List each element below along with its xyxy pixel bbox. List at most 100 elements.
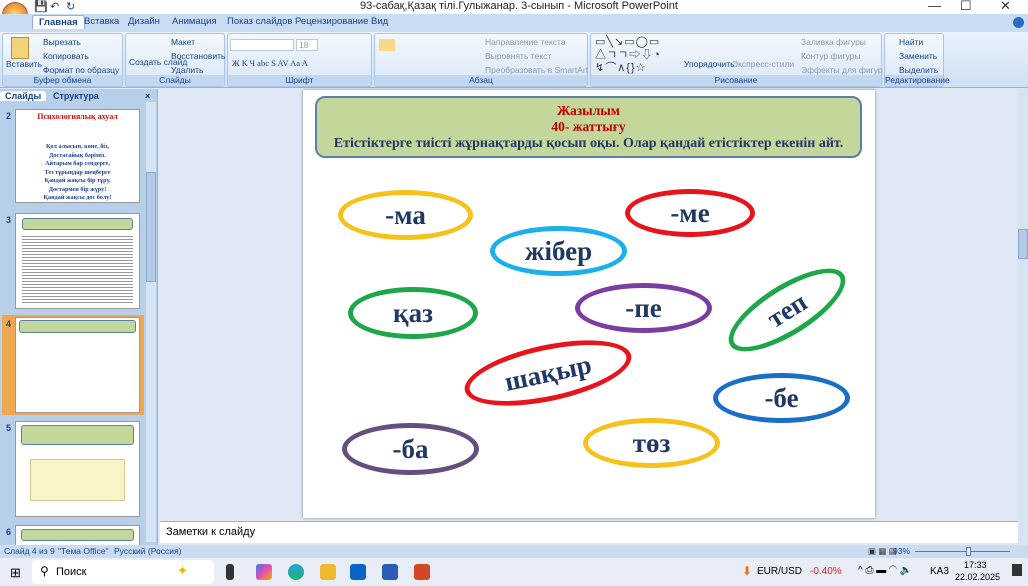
status-bar: Слайд 4 из 9 "Тема Office" Русский (Росс… xyxy=(0,545,1028,558)
close-button[interactable]: ✕ xyxy=(1000,0,1011,14)
save-icon[interactable]: 💾 xyxy=(34,0,48,13)
tab-home[interactable]: Главная xyxy=(32,15,85,29)
shapes-gallery[interactable]: ▭╲↘▭◯▭ △ㄱㄱ⇨⇩◔ ↯⌒∧{}☆ xyxy=(595,36,661,75)
zoom-slider[interactable] xyxy=(915,551,1010,552)
redo-icon[interactable]: ↻ xyxy=(66,0,75,13)
maximize-button[interactable]: ☐ xyxy=(960,0,972,14)
thumb-title: Психологиялық ахуал xyxy=(37,112,118,121)
bullets-icon[interactable] xyxy=(379,39,395,51)
quick-styles-button[interactable]: Экспресс-стили xyxy=(732,59,794,69)
clock-date[interactable]: 22.02.2025 xyxy=(955,572,1000,582)
undo-icon[interactable]: ↶ xyxy=(50,0,59,13)
paste-button[interactable]: Вставить xyxy=(6,59,42,69)
theme-name: "Тема Office" xyxy=(58,546,109,556)
search-icon: ⚲ xyxy=(40,564,49,578)
paragraph-group: Направление текста Выровнять текст Преоб… xyxy=(374,33,588,87)
word-oval[interactable]: жібер xyxy=(490,226,627,276)
word-oval[interactable]: төз xyxy=(583,418,720,468)
tab-design[interactable]: Дизайн xyxy=(128,16,160,27)
word-icon[interactable] xyxy=(382,564,398,580)
slide-number: 3 xyxy=(6,215,12,225)
slide-header-box[interactable]: Жазылым 40- жаттығу Етістіктерге тиісті … xyxy=(315,96,862,158)
word-oval[interactable]: -ба xyxy=(342,423,479,475)
ribbon: Вставить Вырезать Копировать Формат по о… xyxy=(0,32,1028,88)
stock-ticker[interactable]: EUR/USD xyxy=(757,566,802,577)
windows-start-icon[interactable]: ⊞ xyxy=(10,565,21,581)
smartart-button[interactable]: Преобразовать в SmartArt xyxy=(485,65,588,75)
replace-button[interactable]: Заменить xyxy=(899,51,937,61)
copy-button[interactable]: Копировать xyxy=(43,51,89,61)
zoom-slider-thumb[interactable] xyxy=(966,547,971,556)
slide-thumbnail-5[interactable] xyxy=(15,421,140,517)
find-button[interactable]: Найти xyxy=(899,37,923,47)
select-button[interactable]: Выделить xyxy=(899,65,938,75)
word-oval[interactable]: -ме xyxy=(625,189,755,237)
stock-change: -0.40% xyxy=(810,566,842,577)
vertical-scrollbar[interactable] xyxy=(1018,89,1028,544)
tab-slides[interactable]: Слайды xyxy=(0,91,47,101)
tab-animation[interactable]: Анимация xyxy=(172,16,217,27)
shape-effects-button[interactable]: Эффекты для фигур xyxy=(801,65,883,75)
minimize-button[interactable]: — xyxy=(928,0,941,13)
tab-slideshow[interactable]: Показ слайдов xyxy=(227,16,292,27)
slide-thumbnail-4[interactable] xyxy=(15,317,140,413)
zoom-level[interactable]: 93% xyxy=(893,546,910,556)
slide-thumbnail-3[interactable] xyxy=(15,213,140,309)
group-label: Слайды xyxy=(126,75,224,86)
poem-line: Қол алысып, көне, біз, xyxy=(45,143,110,150)
text-direction-button[interactable]: Направление текста xyxy=(485,37,566,47)
font-group: 18 Ж К Ч abc S AV Aa A Шрифт xyxy=(227,33,372,87)
pane-scrollbar[interactable] xyxy=(146,102,156,542)
reset-button[interactable]: Восстановить xyxy=(171,51,225,61)
notification-icon[interactable] xyxy=(1012,564,1022,576)
ribbon-tabs: Главная Вставка Дизайн Анимация Показ сл… xyxy=(0,14,1028,32)
title-bar: 💾 ↶ ↻ 93-сабақ,Қазақ тілі.Гулыжанар. 3-с… xyxy=(0,0,1028,28)
tab-review[interactable]: Рецензирование xyxy=(295,16,368,27)
align-text-button[interactable]: Выровнять текст xyxy=(485,51,551,61)
help-icon[interactable] xyxy=(1013,17,1024,28)
word-oval[interactable]: теп xyxy=(716,253,858,367)
cut-button[interactable]: Вырезать xyxy=(43,37,81,47)
tab-view[interactable]: Вид xyxy=(371,16,388,27)
edge-icon[interactable] xyxy=(288,564,304,580)
file-explorer-icon[interactable] xyxy=(320,564,336,580)
input-language[interactable]: KA3 xyxy=(930,566,949,577)
poem-line: Қандай жақсы бір тұру, xyxy=(44,177,111,184)
taskbar-search[interactable]: ⚲ Поиск ✦ xyxy=(32,560,214,584)
slide-number: 2 xyxy=(6,111,12,121)
word-oval[interactable]: -бе xyxy=(713,373,850,423)
format-painter-button[interactable]: Формат по образцу xyxy=(43,65,119,75)
shape-fill-button[interactable]: Заливка фигуры xyxy=(801,37,866,47)
tray-icons[interactable]: ^ ⎙ ▬ ◠ 🔈 xyxy=(858,565,912,576)
delete-button[interactable]: Удалить xyxy=(171,65,203,75)
instruction-text: Етістіктерге тиісті жұрнақтарды қосып оқ… xyxy=(333,136,844,151)
word-oval[interactable]: қаз xyxy=(348,287,478,339)
font-size-input[interactable]: 18 xyxy=(296,39,318,51)
poem-line: Тез тұрыңдар шеңберге xyxy=(44,168,111,176)
shape-outline-button[interactable]: Контур фигуры xyxy=(801,51,860,61)
stock-icon: ⬇ xyxy=(742,564,753,578)
arrange-button[interactable]: Упорядочить xyxy=(684,59,735,69)
clock-time[interactable]: 17:33 xyxy=(964,560,987,570)
tab-outline[interactable]: Структура xyxy=(48,91,104,101)
word-oval[interactable]: -пе xyxy=(575,283,712,333)
group-label: Редактирование xyxy=(885,75,950,86)
poem-line: Достармен бір жүру! xyxy=(48,185,107,193)
language: Русский (Россия) xyxy=(114,546,182,556)
layout-button[interactable]: Макет xyxy=(171,37,195,47)
tab-insert[interactable]: Вставка xyxy=(84,16,119,27)
copilot-icon[interactable] xyxy=(256,564,272,580)
slide-number: 5 xyxy=(6,423,12,433)
slide-thumbnail-2[interactable]: Психологиялық ахуал Қол алысып, көне, бі… xyxy=(15,109,140,203)
task-view-icon[interactable] xyxy=(226,564,234,580)
slides-group: Создать слайд Макет Восстановить Удалить… xyxy=(125,33,225,87)
word-oval[interactable]: -ма xyxy=(338,190,473,240)
word-oval[interactable]: шақыр xyxy=(459,327,637,419)
notes-pane[interactable]: Заметки к слайду xyxy=(160,521,1018,543)
pane-close-button[interactable]: × xyxy=(140,91,155,101)
powerpoint-icon[interactable] xyxy=(414,564,430,580)
poem-line: Қандай жақсы дос болу! xyxy=(43,194,112,201)
slide-canvas: Жазылым 40- жаттығу Етістіктерге тиісті … xyxy=(303,90,875,518)
font-name-input[interactable] xyxy=(230,39,294,51)
outlook-icon[interactable] xyxy=(350,564,366,580)
